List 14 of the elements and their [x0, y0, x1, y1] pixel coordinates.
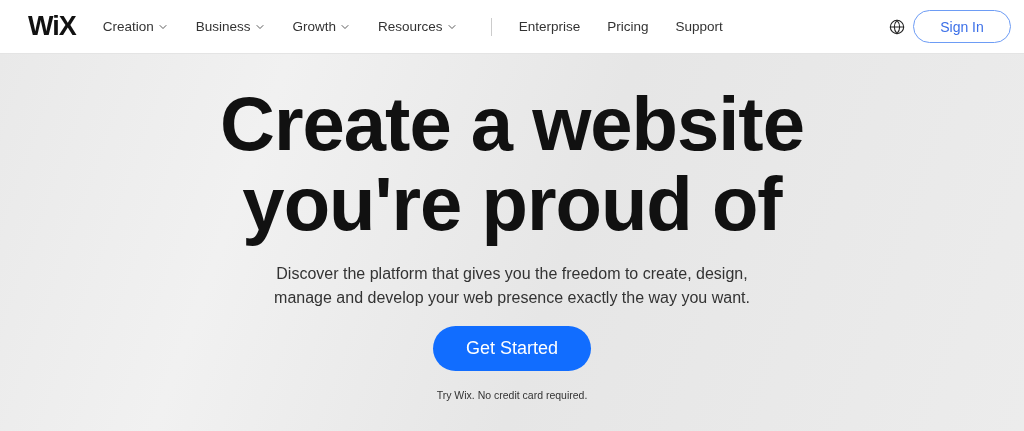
note-text: Try Wix. No credit card required. [436, 389, 588, 401]
headline: Create a website you're proud of [220, 84, 804, 244]
description: Discover the platform that gives you the freedom to create, design, manage and develop your web presence exactly the way you want. [273, 264, 751, 308]
get-started-button[interactable]: Get Started [433, 326, 591, 371]
nav-menu[interactable]: Creation [102, 19, 169, 34]
nav-menu[interactable]: Business [195, 19, 266, 34]
nav-link[interactable]: Enterprise [518, 19, 581, 34]
nav-menu[interactable]: Growth [292, 19, 352, 34]
language-icon[interactable] [889, 18, 905, 35]
wix-logo[interactable]: WiX [28, 11, 76, 42]
nav-menu[interactable]: Resources [378, 19, 458, 34]
nav-link[interactable]: Pricing [607, 19, 649, 34]
sign-in-button[interactable]: Sign In [913, 10, 1011, 43]
nav-link[interactable]: Support [675, 19, 723, 34]
